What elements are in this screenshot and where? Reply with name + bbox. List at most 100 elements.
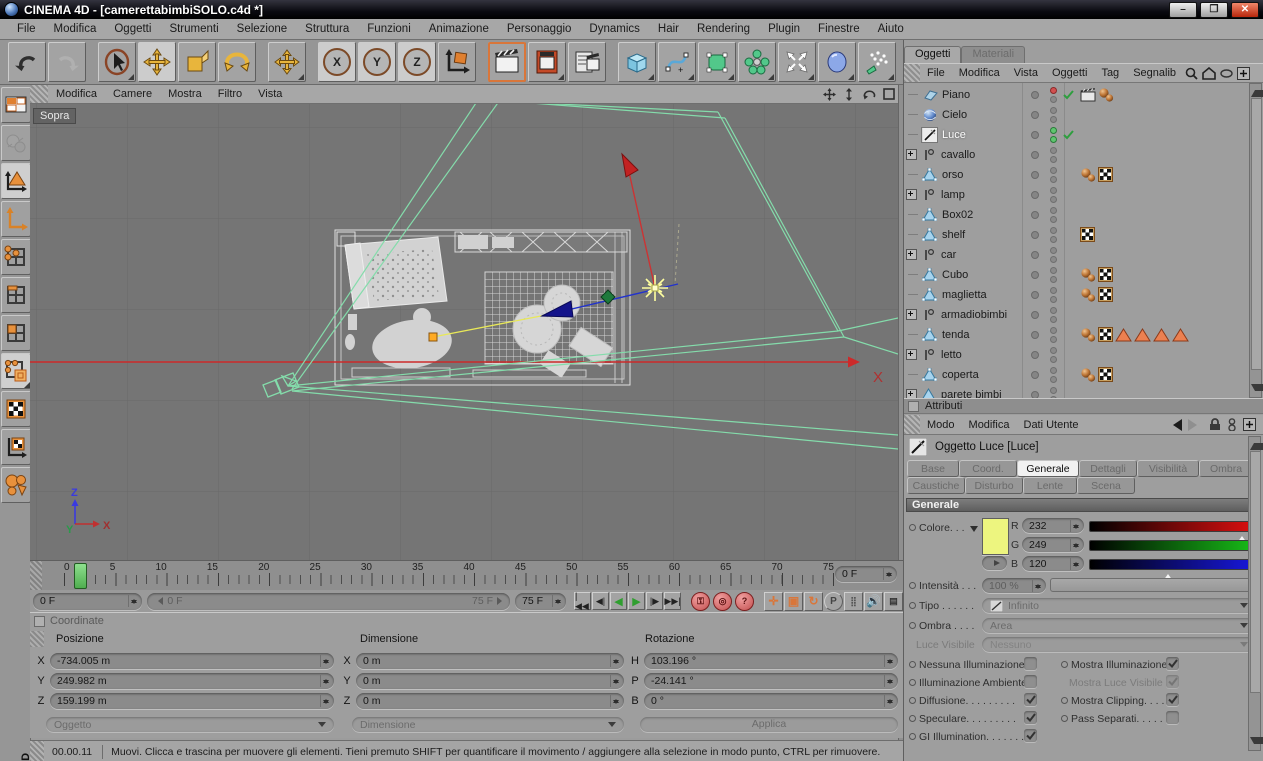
render-visibility-dot[interactable] xyxy=(1049,175,1057,183)
intensity-slider[interactable] xyxy=(1050,578,1256,592)
editor-visibility-dot[interactable] xyxy=(1049,186,1057,194)
start-frame-field[interactable]: 0 F xyxy=(33,592,143,610)
layer-dot[interactable] xyxy=(1031,210,1039,219)
record-keyframe-button[interactable]: ⚿ xyxy=(691,591,710,611)
timeline-ruler[interactable]: 0 5 10 15 20 25 30 35 40 45 50 55 60 65 70 75 0 F xyxy=(30,560,903,591)
viewport-rotate-icon[interactable] xyxy=(861,87,877,101)
render-visibility-dot[interactable] xyxy=(1049,335,1057,343)
menu-funzioni[interactable]: Funzioni xyxy=(358,21,419,37)
layer-dot[interactable] xyxy=(1031,250,1039,259)
add-metaball-button[interactable] xyxy=(818,42,856,82)
menu-dynamics[interactable]: Dynamics xyxy=(580,21,648,37)
layer-dot[interactable] xyxy=(1031,390,1039,398)
type-dropdown[interactable]: Infinito xyxy=(982,598,1256,613)
viewport-maximize-icon[interactable] xyxy=(881,87,897,101)
menu-oggetti[interactable]: Oggetti xyxy=(105,21,160,37)
spinner-icon[interactable] xyxy=(552,595,562,607)
menu-finestre[interactable]: Finestre xyxy=(809,21,869,37)
menu-plugin[interactable]: Plugin xyxy=(759,21,809,37)
view-label[interactable]: Sopra xyxy=(33,108,77,124)
menu-personaggio[interactable]: Personaggio xyxy=(498,21,581,37)
scrollbar-thumb[interactable] xyxy=(1251,98,1262,370)
search-icon[interactable] xyxy=(1185,67,1198,80)
om-menu-file[interactable]: File xyxy=(920,66,952,80)
restore-button[interactable]: ❐ xyxy=(1200,2,1228,18)
coordinate-system-button[interactable] xyxy=(438,42,476,82)
menu-strumenti[interactable]: Strumenti xyxy=(160,21,227,37)
position-z-field[interactable]: 159.199 m xyxy=(50,693,334,709)
lock-y-axis-button[interactable]: Y xyxy=(358,42,396,82)
tab-disturbo[interactable]: Disturbo xyxy=(965,477,1023,494)
edges-mode-button[interactable] xyxy=(1,277,31,313)
scroll-up-icon[interactable] xyxy=(1251,86,1263,97)
intensity-field[interactable]: 100 % xyxy=(982,578,1046,593)
timeline-frame-field[interactable]: 0 F xyxy=(835,566,897,582)
object-row-piano[interactable]: Piano xyxy=(904,85,1248,104)
spinner-icon[interactable] xyxy=(320,695,330,707)
object-axis-mode-button[interactable] xyxy=(1,201,31,237)
channel-b-gradient[interactable] xyxy=(1089,559,1258,581)
timeline-grip[interactable] xyxy=(30,561,42,590)
menu-selezione[interactable]: Selezione xyxy=(228,21,297,37)
editor-visibility-dot[interactable] xyxy=(1049,106,1057,114)
viewport-menu-grip[interactable] xyxy=(30,85,48,103)
editor-visibility-dot[interactable] xyxy=(1049,86,1057,94)
channel-g-field[interactable]: 249 xyxy=(1022,537,1084,552)
record-options-button[interactable]: ? xyxy=(735,591,754,611)
polygons-mode-button[interactable] xyxy=(1,315,31,351)
home-icon[interactable] xyxy=(1202,66,1216,80)
attributes-collapse-checkbox[interactable] xyxy=(908,400,919,412)
color-b-expand-button[interactable] xyxy=(982,556,1007,570)
spinner-icon[interactable] xyxy=(610,675,620,687)
editor-visibility-dot[interactable] xyxy=(1049,326,1057,334)
editor-visibility-dot[interactable] xyxy=(1049,306,1057,314)
next-frame-button[interactable]: |▶ xyxy=(646,592,663,610)
add-hypernurbs-button[interactable] xyxy=(698,42,736,82)
tab-ombra[interactable]: Ombra xyxy=(1199,460,1253,477)
layout-browser-button[interactable] xyxy=(1,87,31,123)
network-render-button[interactable] xyxy=(1,125,31,161)
vp-menu-modifica[interactable]: Modifica xyxy=(48,87,105,101)
spinner-icon[interactable] xyxy=(320,675,330,687)
size-mode-dropdown[interactable]: Dimensione xyxy=(352,717,624,732)
attr-menu-dati-utente[interactable]: Dati Utente xyxy=(1017,418,1086,432)
attributes-scrollbar[interactable] xyxy=(1248,436,1263,751)
spinner-icon[interactable] xyxy=(1032,579,1042,592)
key-scale-toggle[interactable]: ▣ xyxy=(784,591,803,611)
render-visibility-dot[interactable] xyxy=(1049,155,1057,163)
layer-dot[interactable] xyxy=(1031,110,1039,119)
om-menu-segnalib[interactable]: Segnalib xyxy=(1126,66,1183,80)
tab-oggetti[interactable]: Oggetti xyxy=(904,46,962,63)
tab-visibilita[interactable]: Visibilità xyxy=(1137,460,1199,477)
enabled-check-icon[interactable] xyxy=(1062,89,1074,100)
add-particles-button[interactable] xyxy=(858,42,896,82)
layout-popup-button[interactable]: ▤ xyxy=(884,591,903,611)
object-row-cubo[interactable]: Cubo xyxy=(904,265,1248,284)
spinner-icon[interactable] xyxy=(884,675,894,687)
menu-animazione[interactable]: Animazione xyxy=(420,21,498,37)
layer-dot[interactable] xyxy=(1031,90,1039,99)
coordinate-mode-dropdown[interactable]: Oggetto xyxy=(46,717,334,732)
editor-visibility-dot[interactable] xyxy=(1049,246,1057,254)
rotate-tool-button[interactable] xyxy=(218,42,256,82)
object-row-car[interactable]: car xyxy=(904,245,1248,264)
redo-button[interactable] xyxy=(48,42,86,82)
model-mode-button[interactable] xyxy=(1,163,31,199)
render-visibility-dot[interactable] xyxy=(1049,135,1057,143)
editor-visibility-dot[interactable] xyxy=(1049,146,1057,154)
rotation-b-field[interactable]: 0 ° xyxy=(644,693,898,709)
menu-struttura[interactable]: Struttura xyxy=(296,21,358,37)
lock-z-axis-button[interactable]: Z xyxy=(398,42,436,82)
material-tag-icon[interactable] xyxy=(1080,267,1096,282)
editor-visibility-dot[interactable] xyxy=(1049,266,1057,274)
object-row-parete-bimbi[interactable]: parete bimbi xyxy=(904,385,1248,398)
tab-materiali[interactable]: Materiali xyxy=(961,46,1026,63)
expand-icon[interactable] xyxy=(906,189,917,200)
render-visibility-dot[interactable] xyxy=(1049,375,1057,383)
render-visibility-dot[interactable] xyxy=(1049,295,1057,303)
layer-dot[interactable] xyxy=(1031,350,1039,359)
end-frame-field[interactable]: 75 F xyxy=(515,592,566,610)
spinner-icon[interactable] xyxy=(1070,538,1080,551)
texture-axis-mode-button[interactable] xyxy=(1,391,31,427)
scroll-down-icon[interactable] xyxy=(1250,737,1263,748)
